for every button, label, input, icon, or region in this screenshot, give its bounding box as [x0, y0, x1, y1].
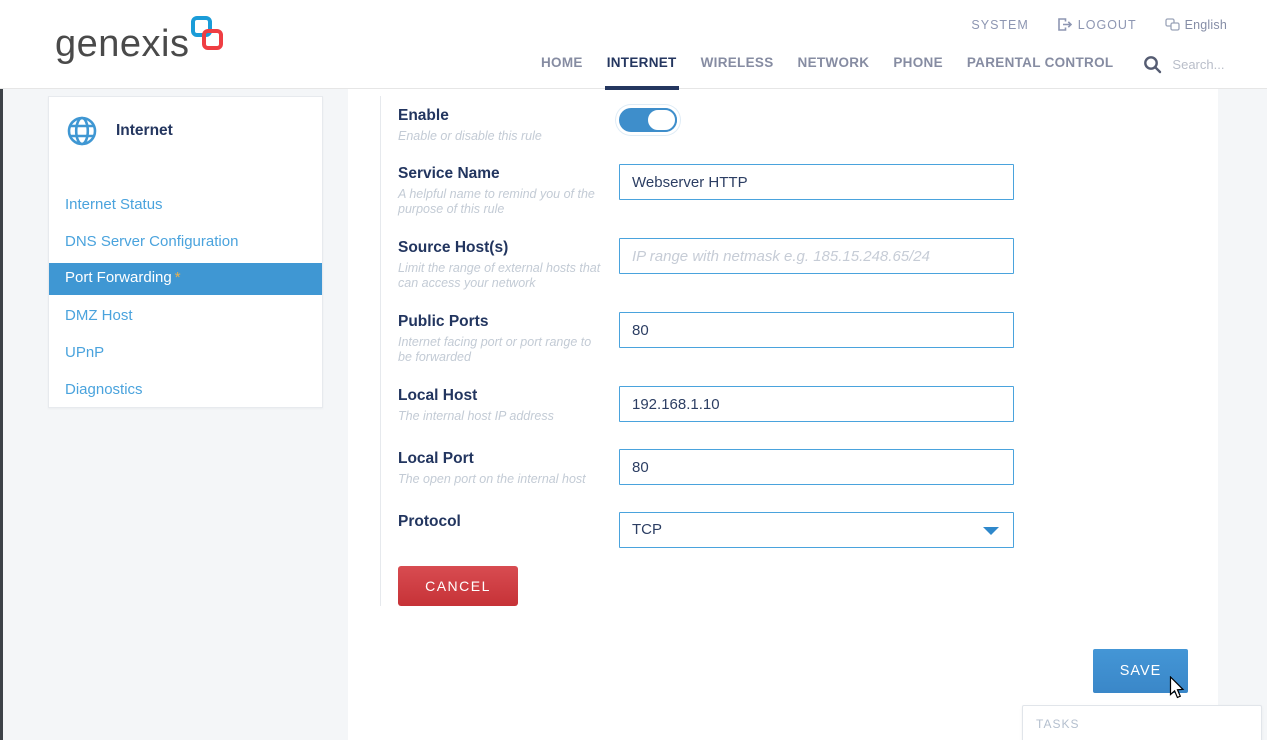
save-button[interactable]: SAVE [1093, 649, 1188, 693]
local-host-help: The internal host IP address [398, 409, 602, 424]
form-row-protocol: Protocol TCP [398, 512, 1040, 548]
nav-network[interactable]: NETWORK [798, 55, 870, 74]
tasks-panel-title: TASKS [1036, 717, 1261, 731]
source-hosts-label: Source Host(s) [398, 238, 602, 257]
left-edge-strip [0, 89, 3, 740]
globe-icon [66, 115, 98, 147]
protocol-label: Protocol [398, 512, 602, 531]
system-label: SYSTEM [971, 18, 1028, 32]
nav-phone[interactable]: PHONE [893, 55, 943, 74]
source-hosts-input[interactable] [619, 238, 1014, 274]
unsaved-changes-asterisk: * [175, 269, 181, 286]
logout-label: LOGOUT [1078, 18, 1137, 32]
search-input[interactable] [1172, 57, 1262, 72]
service-name-help: A helpful name to remind you of the purp… [398, 187, 602, 217]
search-icon[interactable] [1143, 55, 1162, 74]
sidebar-item-upnp[interactable]: UPnP [49, 337, 322, 369]
port-forwarding-form: Enable Enable or disable this rule Servi… [380, 96, 1040, 606]
sidebar-item-internet-status[interactable]: Internet Status [49, 189, 322, 221]
sidebar-item-diagnostics[interactable]: Diagnostics [49, 374, 322, 406]
enable-label: Enable [398, 106, 602, 125]
system-link[interactable]: SYSTEM [971, 18, 1028, 32]
search-box [1143, 55, 1262, 74]
genexis-logo[interactable]: genexis [55, 16, 229, 72]
nav-wireless[interactable]: WIRELESS [701, 55, 774, 74]
nav-parental-control[interactable]: PARENTAL CONTROL [967, 55, 1114, 74]
utility-bar: SYSTEM LOGOUT English [971, 17, 1227, 32]
logo-text: genexis [55, 16, 189, 72]
form-row-public-ports: Public Ports Internet facing port or por… [398, 312, 1040, 365]
public-ports-label: Public Ports [398, 312, 602, 331]
main-nav: HOME INTERNET WIRELESS NETWORK PHONE PAR… [541, 55, 1262, 74]
service-name-label: Service Name [398, 164, 602, 183]
sidebar-title: Internet [116, 122, 173, 140]
local-port-label: Local Port [398, 449, 602, 468]
form-row-local-port: Local Port The open port on the internal… [398, 449, 1040, 487]
public-ports-input[interactable] [619, 312, 1014, 348]
logout-link[interactable]: LOGOUT [1057, 17, 1137, 32]
enable-help: Enable or disable this rule [398, 129, 602, 144]
sidebar-item-port-forwarding[interactable]: Port Forwarding* [49, 263, 322, 295]
sidebar-item-dns-server-configuration[interactable]: DNS Server Configuration [49, 226, 322, 258]
nav-home[interactable]: HOME [541, 55, 583, 74]
local-port-help: The open port on the internal host [398, 472, 602, 487]
logo-mark-icon [191, 16, 229, 62]
enable-toggle[interactable] [619, 108, 677, 132]
sidebar-header: Internet [49, 97, 322, 147]
form-row-source-hosts: Source Host(s) Limit the range of extern… [398, 238, 1040, 291]
local-host-label: Local Host [398, 386, 602, 405]
source-hosts-help: Limit the range of external hosts that c… [398, 261, 602, 291]
chevron-down-icon [983, 527, 999, 535]
form-row-local-host: Local Host The internal host IP address [398, 386, 1040, 424]
protocol-select[interactable]: TCP [619, 512, 1014, 548]
tasks-panel[interactable]: TASKS [1022, 705, 1262, 740]
app-header: genexis SYSTEM LOGOUT English HOME INTER… [0, 0, 1267, 89]
form-row-service-name: Service Name A helpful name to remind yo… [398, 164, 1040, 217]
sidebar-item-dmz-host[interactable]: DMZ Host [49, 300, 322, 332]
local-port-input[interactable] [619, 449, 1014, 485]
service-name-input[interactable] [619, 164, 1014, 200]
logout-icon [1057, 17, 1073, 32]
public-ports-help: Internet facing port or port range to be… [398, 335, 602, 365]
language-selector[interactable]: English [1165, 18, 1227, 32]
form-row-enable: Enable Enable or disable this rule [398, 106, 1040, 144]
cancel-button[interactable]: CANCEL [398, 566, 518, 606]
protocol-selected-value: TCP [632, 521, 662, 538]
language-label: English [1185, 18, 1227, 32]
nav-internet[interactable]: INTERNET [607, 55, 677, 74]
sidebar-item-label: Port Forwarding [65, 269, 172, 286]
toggle-knob [646, 108, 677, 132]
internet-sidebar: Internet Internet Status DNS Server Conf… [48, 96, 323, 408]
local-host-input[interactable] [619, 386, 1014, 422]
sidebar-menu: Internet Status DNS Server Configuration… [49, 189, 322, 406]
language-icon [1165, 18, 1180, 31]
